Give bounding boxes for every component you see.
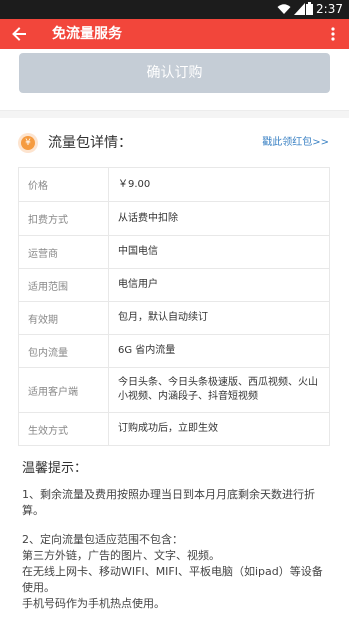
row-key: 适用客户端 — [18, 367, 109, 413]
coupon-link[interactable]: 戳此领红包>> — [262, 137, 329, 149]
status-time: 2:37 — [316, 2, 343, 16]
cellular-signal-icon — [294, 3, 305, 15]
tip-line: 在无线上网卡、移动WIFI、MIFI、平板电脑（如ipad）等设备使用。 — [22, 565, 323, 594]
app-bar: 免流量服务 — [0, 19, 349, 49]
yuan-coin-icon: ¥ — [18, 133, 38, 153]
table-row: 有效期 包月，默认自动续订 — [18, 301, 330, 335]
tip-line: 第三方外链，广告的图片、文字、视频。 — [22, 549, 220, 562]
details-title: 流量包详情： — [48, 135, 132, 151]
section-divider — [0, 110, 349, 118]
row-key: 包内流量 — [18, 334, 109, 368]
back-arrow-icon[interactable] — [10, 25, 28, 43]
table-row: 生效方式 订购成功后，立即生效 — [18, 412, 330, 446]
more-menu-icon[interactable] — [331, 27, 335, 41]
table-row: 扣费方式 从话费中扣除 — [18, 201, 330, 236]
row-value: 从话费中扣除 — [108, 201, 330, 236]
row-value: 订购成功后，立即生效 — [108, 412, 330, 446]
row-key: 运营商 — [18, 235, 109, 269]
row-value: 今日头条、今日头条极速版、西瓜视频、火山小视频、内涵段子、抖音短视频 — [108, 367, 330, 413]
row-value: 6G 省内流量 — [108, 334, 330, 368]
tip-paragraph-2: 2、定向流量包适应范围不包含： 第三方外链，广告的图片、文字、视频。 在无线上网… — [22, 532, 332, 612]
table-row: 包内流量 6G 省内流量 — [18, 334, 330, 368]
row-key: 生效方式 — [18, 412, 109, 446]
table-row: 适用范围 电信用户 — [18, 268, 330, 302]
tips-title: 温馨提示： — [22, 461, 88, 476]
row-key: 适用范围 — [18, 268, 109, 302]
wifi-icon — [277, 4, 291, 14]
row-value: 中国电信 — [108, 235, 330, 269]
status-bar: 2:37 — [0, 0, 349, 19]
row-value: 包月，默认自动续订 — [108, 301, 330, 335]
page-title: 免流量服务 — [52, 26, 122, 42]
tip-line: 手机号码作为手机热点使用。 — [22, 597, 165, 610]
tip-paragraph-1: 1、剩余流量及费用按照办理当日到本月月底剩余天数进行折算。 — [22, 488, 315, 517]
tip-line: 2、定向流量包适应范围不包含： — [22, 533, 183, 546]
battery-icon — [306, 2, 313, 15]
table-row: 价格 ￥9.00 — [18, 167, 330, 202]
details-table: 价格 ￥9.00 扣费方式 从话费中扣除 运营商 中国电信 适用范围 电信用户 … — [18, 167, 330, 446]
row-key: 价格 — [18, 167, 109, 202]
row-value: 电信用户 — [108, 268, 330, 302]
table-row: 运营商 中国电信 — [18, 235, 330, 269]
row-value: ￥9.00 — [108, 167, 330, 202]
confirm-order-button[interactable]: 确认订购 — [19, 53, 330, 93]
table-row: 适用客户端 今日头条、今日头条极速版、西瓜视频、火山小视频、内涵段子、抖音短视频 — [18, 367, 330, 413]
row-key: 扣费方式 — [18, 201, 109, 236]
row-key: 有效期 — [18, 301, 109, 335]
